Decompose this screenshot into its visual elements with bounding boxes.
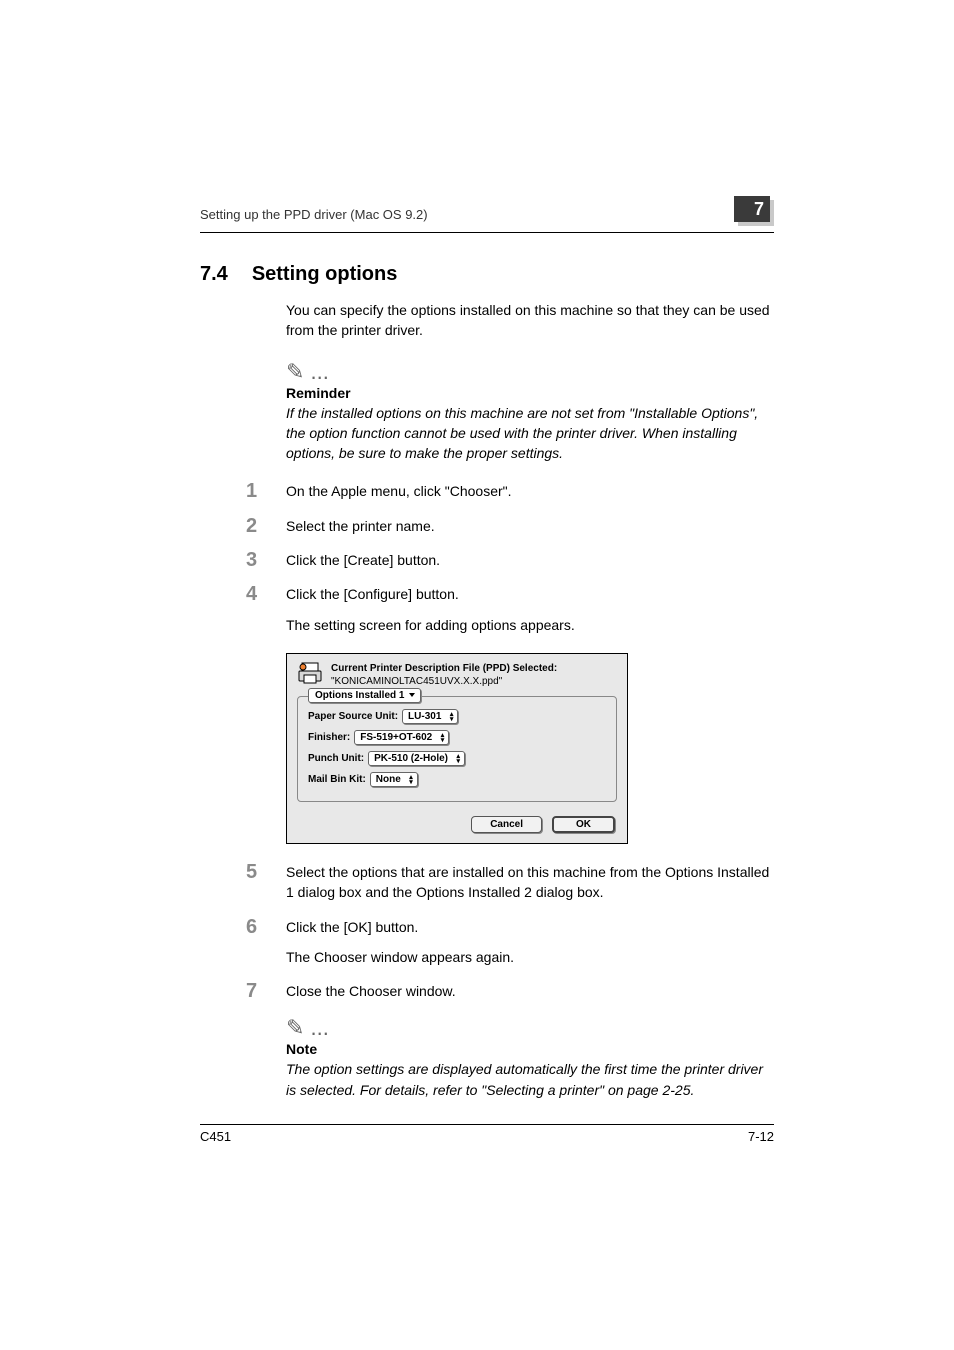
step-7: Close the Chooser window. (200, 981, 774, 1001)
punch-unit-select[interactable]: PK-510 (2-Hole)▴▾ (368, 751, 465, 766)
step-subtext: The setting screen for adding options ap… (286, 615, 774, 635)
intro-paragraph: You can specify the options installed on… (286, 300, 774, 341)
reminder-label: Reminder (286, 385, 774, 401)
finisher-select[interactable]: FS-519+OT-602▴▾ (354, 730, 449, 745)
footer-model: C451 (200, 1129, 231, 1144)
note-label: Note (286, 1041, 774, 1057)
step-4: Click the [Configure] button. The settin… (200, 584, 774, 635)
mail-bin-select[interactable]: None▴▾ (370, 772, 418, 787)
header-rule (200, 232, 774, 233)
punch-unit-label: Punch Unit: (308, 753, 364, 764)
options-tab-select[interactable]: Options Installed 1 (308, 688, 421, 703)
step-3: Click the [Create] button. (200, 550, 774, 570)
dialog-ppd-name: "KONICAMINOLTAC451UVX.X.X.ppd" (331, 675, 557, 688)
cancel-button[interactable]: Cancel (471, 816, 542, 833)
step-text: Click the [Create] button. (286, 552, 440, 568)
step-text: Select the options that are installed on… (286, 864, 769, 900)
step-text: Click the [OK] button. (286, 919, 418, 935)
paper-source-select[interactable]: LU-301▴▾ (402, 709, 458, 724)
section-title: Setting options (252, 263, 398, 286)
finisher-label: Finisher: (308, 732, 350, 743)
step-text: Click the [Configure] button. (286, 586, 459, 602)
chapter-badge: 7 (734, 200, 774, 228)
running-header: Setting up the PPD driver (Mac OS 9.2) (200, 207, 428, 222)
footer-page: 7-12 (748, 1129, 774, 1144)
printer-icon (297, 662, 323, 684)
dialog-title: Current Printer Description File (PPD) S… (331, 662, 557, 675)
ok-button[interactable]: OK (552, 816, 615, 833)
note-text: The option settings are displayed automa… (286, 1059, 774, 1100)
note-icon: ✎ ... (286, 1015, 774, 1041)
step-1: On the Apple menu, click "Chooser". (200, 481, 774, 501)
section-number: 7.4 (200, 263, 228, 286)
step-text: On the Apple menu, click "Chooser". (286, 483, 512, 499)
reminder-icon: ✎ ... (286, 359, 774, 385)
step-6: Click the [OK] button. The Chooser windo… (200, 917, 774, 968)
step-text: Select the printer name. (286, 518, 435, 534)
step-subtext: The Chooser window appears again. (286, 947, 774, 967)
mail-bin-label: Mail Bin Kit: (308, 774, 366, 785)
options-dialog: Current Printer Description File (PPD) S… (286, 653, 628, 844)
reminder-text: If the installed options on this machine… (286, 403, 774, 464)
step-text: Close the Chooser window. (286, 983, 456, 999)
step-5: Select the options that are installed on… (200, 862, 774, 903)
step-2: Select the printer name. (200, 516, 774, 536)
paper-source-label: Paper Source Unit: (308, 711, 398, 722)
